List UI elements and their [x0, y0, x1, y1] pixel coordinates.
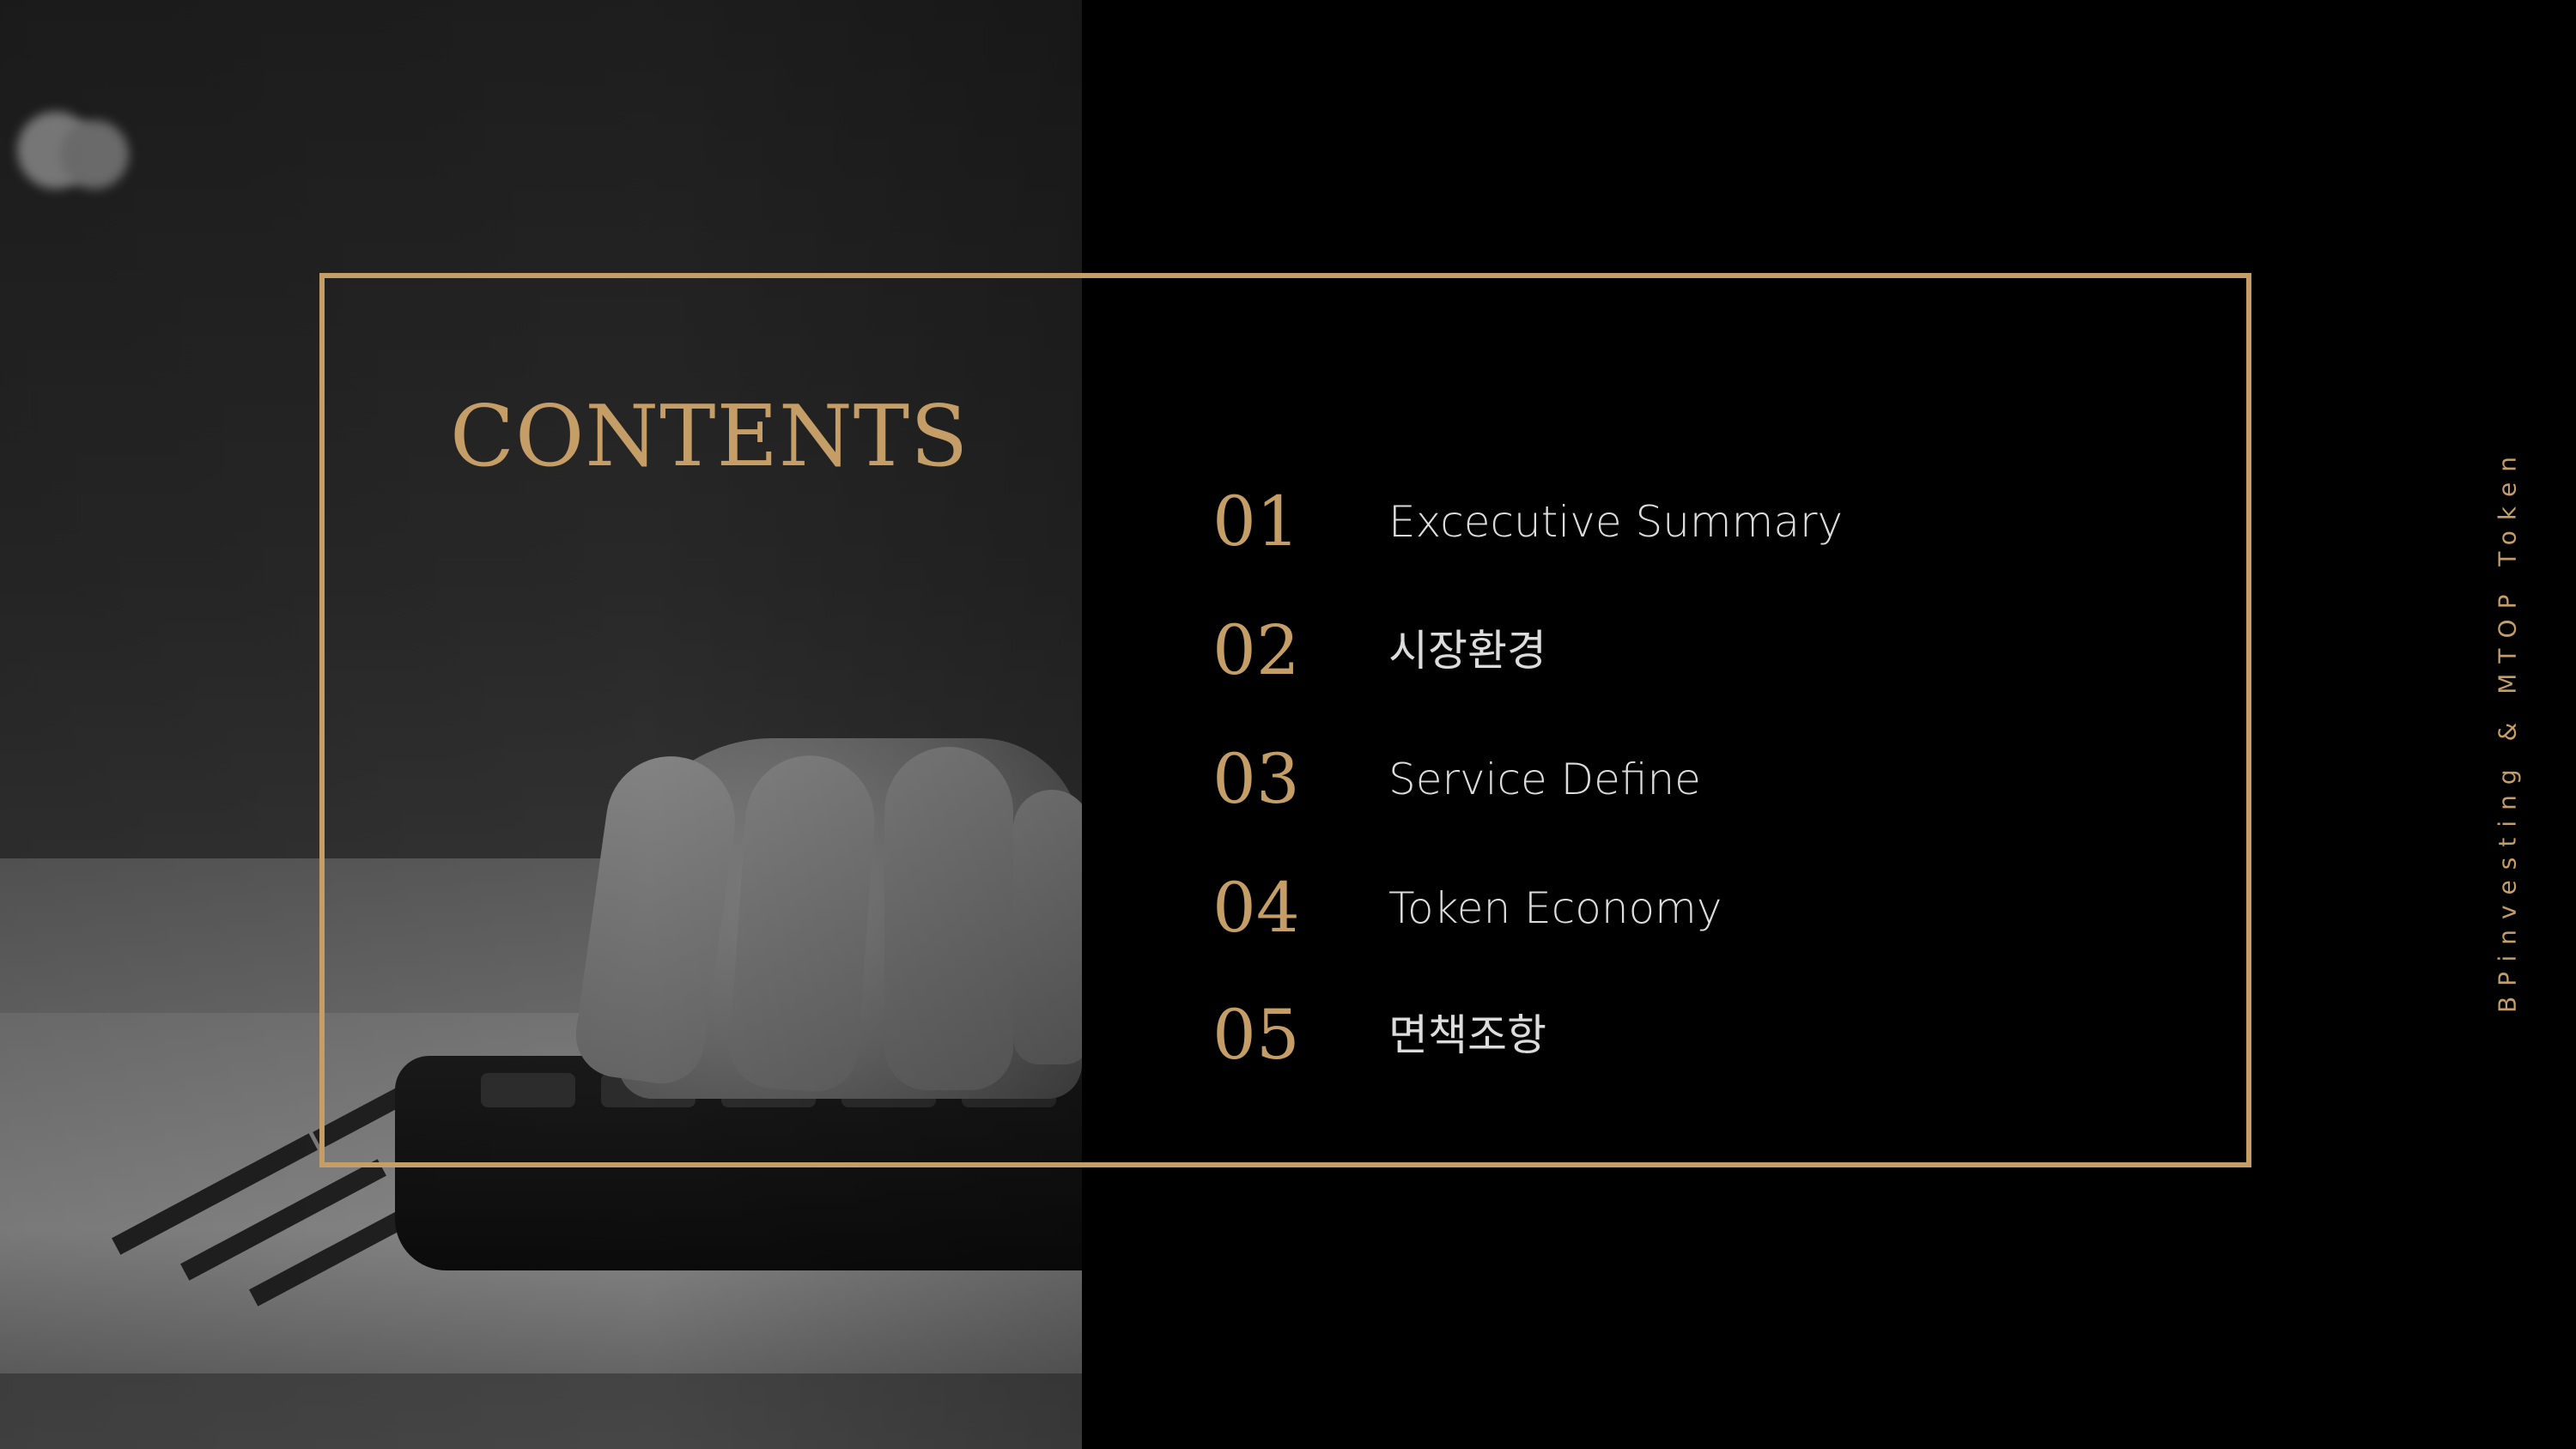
toc-item[interactable]: 03 Service Define: [1212, 737, 1701, 822]
toc-item-number: 02: [1212, 610, 1300, 690]
toc-item-label: Token Economy: [1388, 883, 1722, 933]
toc-item-label: 면책조항: [1388, 1010, 1546, 1060]
toc-item-number: 01: [1212, 482, 1300, 561]
toc-item-number: 05: [1212, 995, 1300, 1075]
toc-item-label: 시장환경: [1388, 626, 1546, 676]
side-caption: BPinvesting & MTOP Token: [2493, 446, 2522, 1014]
page-title: CONTENTS: [450, 388, 969, 486]
toc-item-number: 03: [1212, 739, 1300, 819]
toc-item-label: Excecutive Summary: [1388, 497, 1844, 547]
toc-item[interactable]: 05 면책조항: [1212, 992, 1546, 1078]
toc-item-label: Service Define: [1388, 755, 1701, 804]
toc-item[interactable]: 04 Token Economy: [1212, 865, 1722, 951]
toc-item[interactable]: 02 시장환경: [1212, 608, 1546, 694]
toc-item[interactable]: 01 Excecutive Summary: [1212, 479, 1843, 565]
toc-item-number: 04: [1212, 868, 1300, 948]
